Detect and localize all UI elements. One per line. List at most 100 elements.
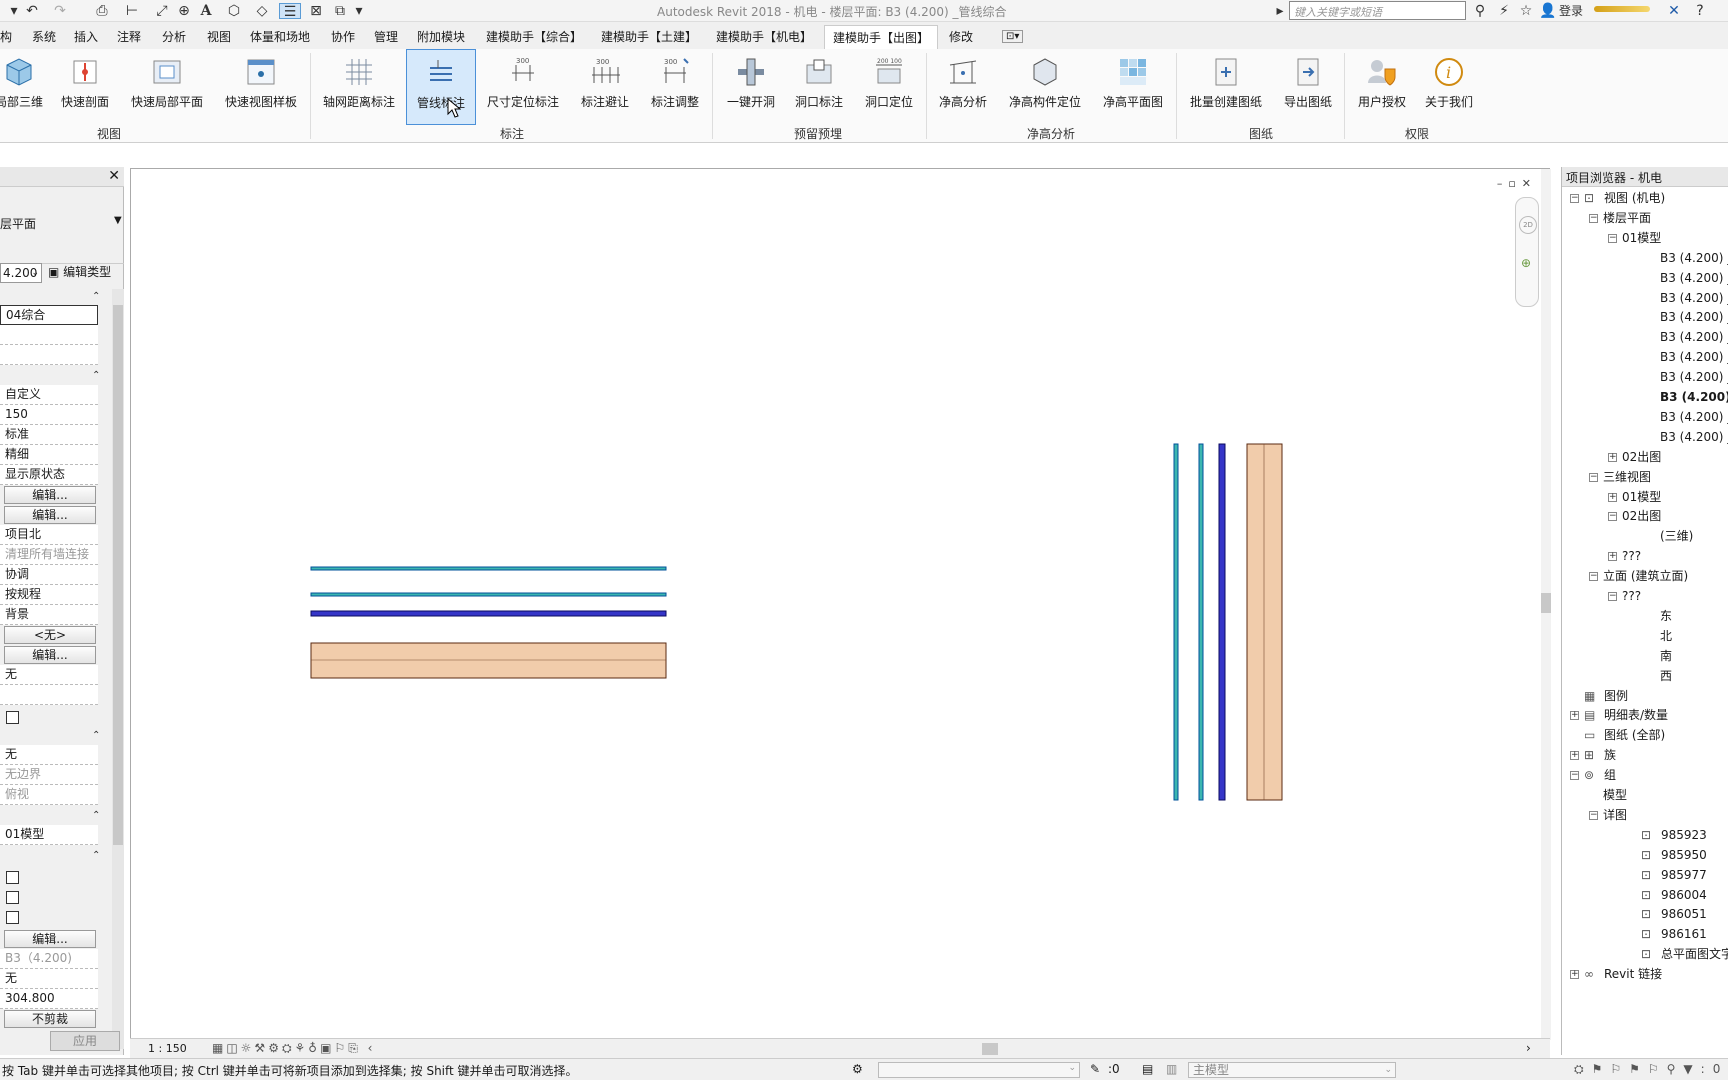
tree-item[interactable]: B3 (4.200) _照 bbox=[1660, 349, 1728, 365]
tree-item[interactable]: B3 (4.200) _消 bbox=[1660, 329, 1728, 345]
local-3d-button[interactable]: 局部三维 bbox=[0, 49, 46, 125]
tree-item[interactable]: 总平面图文字说明 bbox=[1661, 946, 1728, 962]
tab-manage[interactable]: 管理 bbox=[374, 28, 398, 45]
section-icon[interactable]: ◇ bbox=[252, 3, 272, 19]
property-scale[interactable]: 150 bbox=[0, 405, 98, 425]
vertical-scrollbar[interactable] bbox=[1541, 169, 1551, 1040]
tree-item[interactable]: B3 (4.200) _动 bbox=[1660, 250, 1728, 266]
editable-only-icon[interactable]: ✎ bbox=[1090, 1062, 1100, 1076]
property-discipline[interactable]: 协调 bbox=[0, 565, 98, 585]
clearance-plan-button[interactable]: 净高平面图 bbox=[1098, 49, 1168, 125]
annotation-adjust-button[interactable]: 300 标注调整 bbox=[644, 49, 706, 125]
selection-filter-icons[interactable]: ⛭⚑⚐⚑⚐⚲▼:0 bbox=[1574, 1062, 1728, 1077]
collapse-icon[interactable]: − bbox=[1608, 233, 1617, 243]
tree-item[interactable]: 南 bbox=[1660, 648, 1672, 664]
scroll-right-icon[interactable]: › bbox=[1526, 1041, 1531, 1055]
tree-item[interactable]: 族 bbox=[1604, 747, 1616, 763]
tree-item[interactable]: 模型 bbox=[1603, 787, 1627, 803]
property-row[interactable]: 显示原状态 bbox=[0, 465, 98, 485]
tag-icon[interactable]: ⊕ bbox=[174, 3, 194, 19]
edit-button[interactable]: 编辑... bbox=[4, 646, 96, 664]
customize-icon[interactable]: ▾ bbox=[352, 3, 366, 19]
scrollbar-thumb[interactable] bbox=[113, 305, 123, 845]
about-us-button[interactable]: i 关于我们 bbox=[1420, 49, 1478, 125]
tab-assist-drawing[interactable]: 建模助手【出图】 bbox=[824, 25, 939, 49]
tree-item[interactable]: 北 bbox=[1660, 628, 1672, 644]
type-selector[interactable]: 层平面 ▼ bbox=[0, 211, 124, 233]
clearance-component-position-button[interactable]: 净高构件定位 bbox=[1004, 49, 1086, 125]
search-input[interactable]: 键入关键字或短语 bbox=[1289, 1, 1466, 20]
collapse-icon[interactable]: − bbox=[1608, 512, 1617, 522]
level-filter[interactable]: 4.200 ⌄ bbox=[0, 263, 42, 283]
design-option-dropdown[interactable]: 主模型 ⌄ bbox=[1188, 1062, 1396, 1078]
user-icon[interactable]: 👤 bbox=[1538, 3, 1558, 19]
view-control-icons[interactable]: ▦◫☼⚒⚙⛭⚘♁▣⚐⎘ ‹ bbox=[212, 1041, 375, 1056]
tab-assist-civil[interactable]: 建模助手【土建】 bbox=[601, 28, 697, 45]
collapse-icon[interactable]: − bbox=[1589, 572, 1598, 582]
checkbox[interactable] bbox=[6, 871, 19, 884]
tab-view[interactable]: 视图 bbox=[207, 28, 231, 45]
collapse-icon[interactable]: ⌃ bbox=[92, 370, 100, 381]
property-row[interactable]: 自定义 bbox=[0, 385, 98, 405]
property-row[interactable] bbox=[0, 345, 98, 365]
dimension-icon[interactable]: ⤢ bbox=[152, 3, 172, 19]
property-row[interactable]: 无 bbox=[0, 969, 98, 989]
apply-button[interactable]: 应用 bbox=[50, 1031, 120, 1051]
tree-item[interactable]: 986004 bbox=[1661, 887, 1707, 903]
property-row[interactable]: B3（4.200) bbox=[0, 949, 98, 969]
edit-type-button[interactable]: ▣ 编辑类型 bbox=[48, 263, 120, 283]
tree-item[interactable]: B3 (4.200) _暖 bbox=[1660, 309, 1728, 325]
tab-gou[interactable]: 构 bbox=[0, 28, 12, 45]
exchange-icon[interactable]: ✕ bbox=[1664, 3, 1684, 19]
expand-icon[interactable]: + bbox=[1570, 751, 1579, 761]
print-icon[interactable]: ⎙ bbox=[92, 3, 112, 19]
opening-position-button[interactable]: 200 100 洞口定位 bbox=[860, 49, 918, 125]
close-hidden-icon[interactable]: ⊠ bbox=[306, 3, 326, 19]
property-row[interactable]: 标准 bbox=[0, 425, 98, 445]
expand-arrow-icon[interactable]: ▸ bbox=[1275, 3, 1285, 19]
property-detail-level[interactable]: 精细 bbox=[0, 445, 98, 465]
tree-item[interactable]: 图纸 (全部) bbox=[1604, 727, 1665, 743]
edit-button[interactable]: 编辑... bbox=[4, 506, 96, 524]
property-row[interactable]: 无 bbox=[0, 745, 98, 765]
property-row[interactable] bbox=[0, 325, 98, 345]
tab-massing[interactable]: 体量和场地 bbox=[250, 28, 310, 45]
no-crop-button[interactable]: 不剪裁 bbox=[4, 1010, 96, 1028]
tree-item[interactable]: B3 (4.200) _空 bbox=[1660, 369, 1728, 385]
collapse-icon[interactable]: − bbox=[1589, 472, 1598, 482]
tab-addins[interactable]: 附加模块 bbox=[417, 28, 465, 45]
collapse-icon[interactable]: ⌃ bbox=[92, 730, 100, 741]
tree-item[interactable]: 东 bbox=[1660, 608, 1672, 624]
help-icon[interactable]: ? bbox=[1690, 3, 1710, 19]
property-row[interactable]: 按规程 bbox=[0, 585, 98, 605]
tree-item[interactable]: B3 (4.200) _暖 bbox=[1660, 290, 1728, 306]
tree-item[interactable]: 立面 (建筑立面) bbox=[1603, 568, 1688, 584]
scale-label[interactable]: 1 : 150 bbox=[148, 1042, 187, 1055]
tree-item[interactable]: B3 (4.200) _暖 bbox=[1660, 270, 1728, 286]
tree-item[interactable]: 02出图 bbox=[1622, 449, 1661, 465]
property-row[interactable]: 俯视 bbox=[0, 785, 98, 805]
property-wall-join[interactable]: 清理所有墙连接 bbox=[0, 545, 98, 565]
collapse-icon[interactable]: ⌃ bbox=[92, 291, 100, 302]
subscription-icon[interactable]: ⚡ bbox=[1494, 3, 1514, 19]
expand-icon[interactable]: + bbox=[1608, 452, 1617, 462]
collapse-icon[interactable]: − bbox=[1570, 771, 1579, 781]
design-options-icon[interactable]: ▤ bbox=[1142, 1062, 1153, 1076]
navigation-bar[interactable]: 2D ⊕ bbox=[1515, 197, 1539, 307]
text-icon[interactable]: A bbox=[196, 3, 216, 19]
tree-item[interactable]: 三维视图 bbox=[1603, 469, 1651, 485]
property-row[interactable]: 304.800 bbox=[0, 989, 98, 1009]
one-click-opening-button[interactable]: 一键开洞 bbox=[720, 49, 782, 125]
tree-item[interactable]: 985950 bbox=[1661, 847, 1707, 863]
property-view-template[interactable]: 04综合 bbox=[0, 305, 98, 325]
workset-dropdown[interactable]: ⌄ bbox=[878, 1062, 1080, 1078]
scrollbar-thumb[interactable] bbox=[1541, 593, 1551, 613]
tab-assist-mep[interactable]: 建模助手【机电】 bbox=[716, 28, 812, 45]
tree-item[interactable]: 986161 bbox=[1661, 926, 1707, 942]
measure-icon[interactable]: ⊢ bbox=[122, 3, 142, 19]
redo-icon[interactable]: ↷ bbox=[50, 3, 70, 19]
collapse-icon[interactable]: ⌃ bbox=[92, 810, 100, 821]
user-authorization-button[interactable]: 用户授权 bbox=[1354, 49, 1410, 125]
tab-analyze[interactable]: 分析 bbox=[162, 28, 186, 45]
tab-system[interactable]: 系统 bbox=[32, 28, 56, 45]
